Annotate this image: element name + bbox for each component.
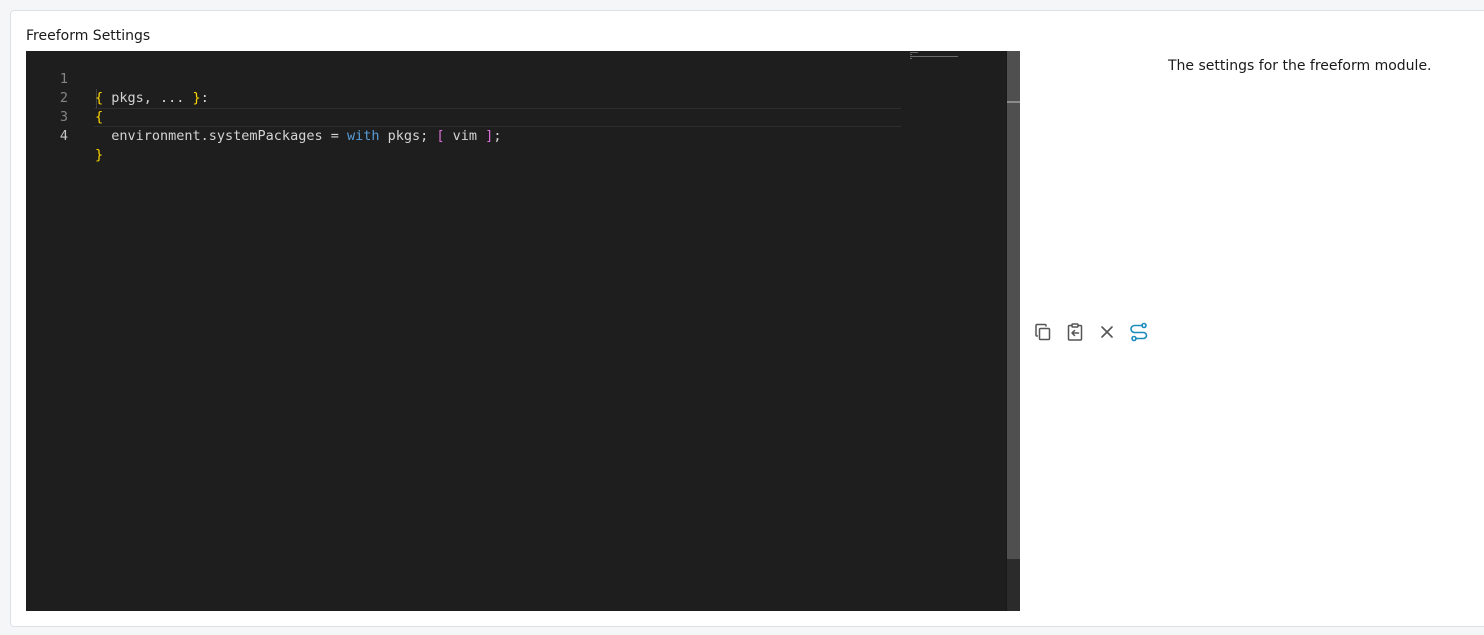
line-content: }	[95, 147, 104, 163]
code-line[interactable]: 2 {	[26, 70, 901, 125]
minimap[interactable]	[910, 51, 1006, 61]
copy-button[interactable]	[1031, 320, 1055, 344]
close-icon	[1101, 326, 1113, 338]
code-editor[interactable]: 1 { pkgs, ... }: 2 { 3 environment.syste…	[26, 51, 1020, 611]
line-content: environment.systemPackages = with pkgs; …	[95, 128, 502, 144]
code-line[interactable]: 3 environment.systemPackages = with pkgs…	[26, 89, 901, 144]
route-settings-icon	[1130, 322, 1148, 342]
field-label: Freeform Settings	[26, 28, 151, 44]
code-line[interactable]: 4 }	[26, 108, 901, 163]
clear-button[interactable]	[1095, 320, 1119, 344]
code-line[interactable]: 1 { pkgs, ... }:	[26, 51, 901, 106]
vertical-scrollbar[interactable]	[1006, 51, 1020, 611]
copy-icon	[1035, 323, 1051, 341]
scrollbar-cursor-marker	[1007, 101, 1020, 103]
paste-button[interactable]	[1063, 320, 1087, 344]
field-description: The settings for the freeform module.	[1168, 58, 1432, 74]
line-number: 4	[59, 128, 68, 144]
editor-toolbar	[1031, 320, 1151, 344]
route-settings-button[interactable]	[1127, 320, 1151, 344]
paste-icon	[1067, 323, 1083, 341]
scrollbar-thumb[interactable]	[1007, 51, 1020, 559]
freeform-settings-card: Freeform Settings 1 { pkgs, ... }: 2 { 3…	[10, 10, 1484, 627]
